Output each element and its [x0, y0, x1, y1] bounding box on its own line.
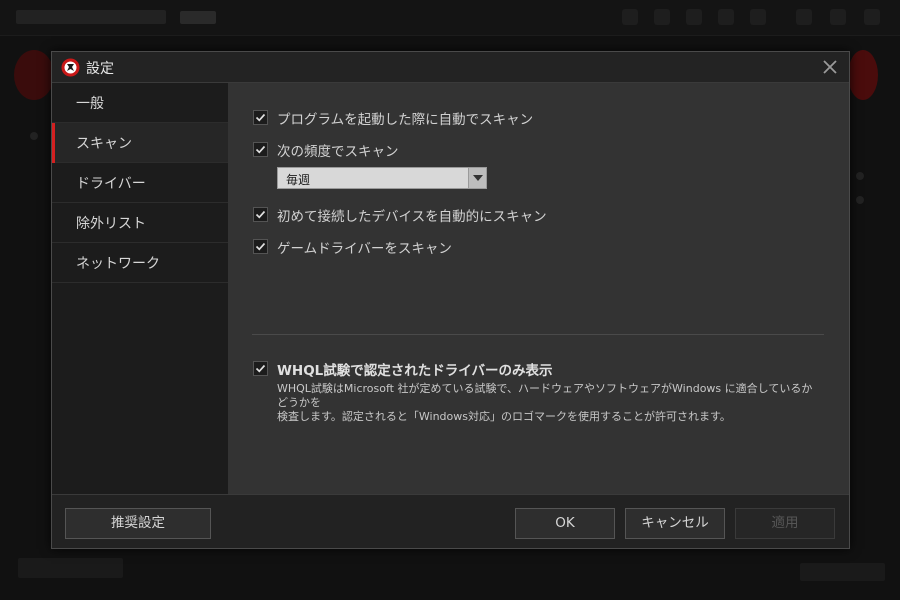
scan-settings-panel: プログラムを起動した際に自動でスキャン 次の頻度でスキャン 毎週 初めて接続した… [228, 83, 849, 494]
background-dot [30, 132, 38, 140]
recommended-settings-button[interactable]: 推奨設定 [65, 508, 211, 539]
background-maximize-icon [830, 9, 846, 25]
dialog-footer: 推奨設定 OK キャンセル 適用 [52, 494, 849, 548]
checkmark-icon [255, 364, 266, 373]
sidebar-item-label: 除外リスト [76, 216, 146, 232]
background-app-logo [16, 10, 166, 24]
background-scan-button [14, 50, 54, 100]
logo-icon [61, 58, 80, 77]
scan-on-startup-label: プログラムを起動した際に自動でスキャン [277, 112, 534, 128]
sidebar-item-label: ネットワーク [76, 256, 160, 272]
whql-description-line: 検査します。認定されると「Windows対応」のロゴマークを使用することが許可さ… [277, 410, 731, 423]
whql-only-checkbox[interactable] [253, 361, 268, 376]
dialog-title: 設定 [86, 61, 114, 77]
scan-new-devices-checkbox[interactable] [253, 207, 268, 222]
background-footer-item [18, 558, 123, 578]
scan-frequency-select[interactable]: 毎週 [277, 167, 487, 189]
cancel-button[interactable]: キャンセル [625, 508, 725, 539]
background-titlebar [0, 0, 900, 36]
ok-button[interactable]: OK [515, 508, 615, 539]
sidebar-item-label: スキャン [76, 136, 132, 152]
settings-dialog: 設定 一般 スキャン ドライバー 除外リスト ネットワーク プログラムを起動した… [51, 51, 850, 549]
background-control-icon [750, 9, 766, 25]
sidebar-item-general[interactable]: 一般 [52, 83, 228, 123]
apply-button[interactable]: 適用 [735, 508, 835, 539]
scheduled-scan-label: 次の頻度でスキャン [277, 144, 399, 160]
background-close-icon [864, 9, 880, 25]
whql-description-line: WHQL試験はMicrosoft 社が定めている試験で、ハードウェアやソフトウェ… [277, 382, 813, 409]
whql-description: WHQL試験はMicrosoft 社が定めている試験で、ハードウェアやソフトウェ… [277, 382, 822, 424]
scan-new-devices-label: 初めて接続したデバイスを自動的にスキャン [277, 209, 547, 225]
checkmark-icon [255, 145, 266, 154]
sidebar-item-network[interactable]: ネットワーク [52, 243, 228, 283]
scan-game-drivers-label: ゲームドライバーをスキャン [277, 241, 452, 257]
scan-on-startup-checkbox[interactable] [253, 110, 268, 125]
checkmark-icon [255, 242, 266, 251]
sidebar-item-label: ドライバー [76, 176, 146, 192]
sidebar-item-exclusion-list[interactable]: 除外リスト [52, 203, 228, 243]
sidebar-item-scan[interactable]: スキャン [52, 123, 228, 163]
chevron-down-icon[interactable] [468, 168, 486, 188]
whql-only-label: WHQL試験で認定されたドライバーのみ表示 [277, 363, 553, 379]
scan-frequency-value: 毎週 [286, 173, 311, 187]
background-control-icon [686, 9, 702, 25]
scan-game-drivers-checkbox[interactable] [253, 239, 268, 254]
close-icon[interactable] [820, 57, 840, 77]
checkmark-icon [255, 210, 266, 219]
background-minimize-icon [796, 9, 812, 25]
background-footer-item [800, 563, 885, 581]
background-dot [856, 172, 864, 180]
background-scan-button [848, 50, 878, 100]
background-control-icon [718, 9, 734, 25]
background-badge [180, 11, 216, 24]
settings-sidebar: 一般 スキャン ドライバー 除外リスト ネットワーク [52, 83, 228, 494]
background-dot [856, 196, 864, 204]
dialog-titlebar: 設定 [52, 52, 849, 83]
section-divider [252, 334, 824, 335]
background-control-icon [622, 9, 638, 25]
sidebar-item-driver[interactable]: ドライバー [52, 163, 228, 203]
scheduled-scan-checkbox[interactable] [253, 142, 268, 157]
checkmark-icon [255, 113, 266, 122]
background-control-icon [654, 9, 670, 25]
sidebar-item-label: 一般 [76, 96, 104, 112]
